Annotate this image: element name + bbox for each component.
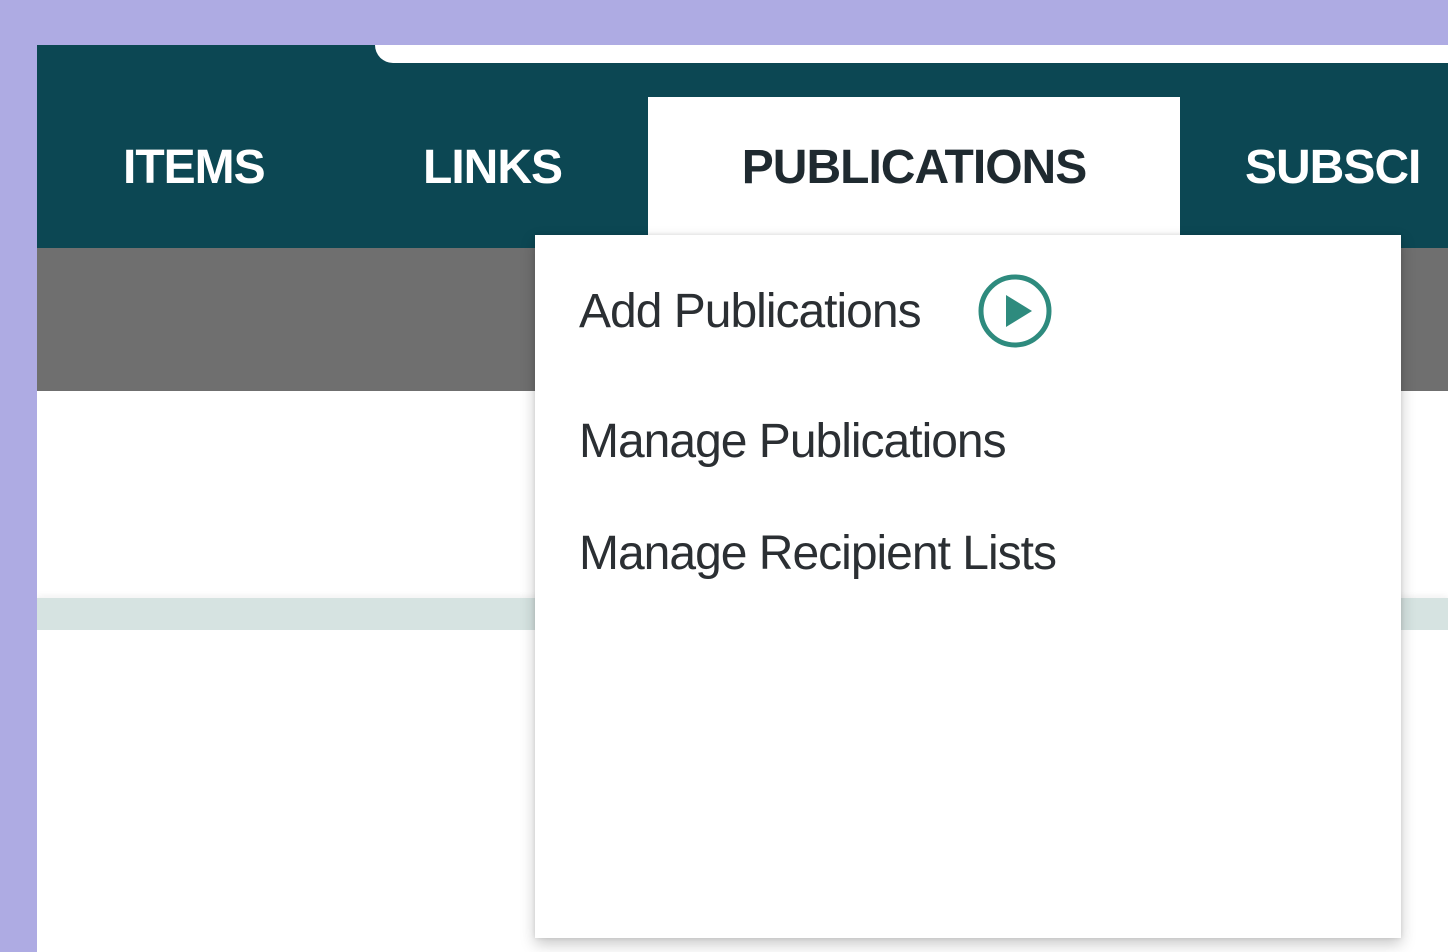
menu-item-add-publications[interactable]: Add Publications (579, 271, 1055, 351)
menu-item-label: Manage Recipient Lists (579, 526, 1057, 580)
tab-links[interactable]: LINKS (423, 63, 563, 248)
tab-publications[interactable]: PUBLICATIONS (648, 97, 1180, 248)
menu-item-label: Add Publications (579, 284, 922, 338)
app-window: ITEMS LINKS PUBLICATIONS SUBSCI Add Publ… (37, 45, 1448, 952)
top-strip-tab (375, 45, 1448, 63)
menu-item-label: Manage Publications (579, 414, 1007, 468)
tab-items[interactable]: ITEMS (123, 63, 266, 248)
menu-item-manage-publications[interactable]: Manage Publications (579, 411, 1007, 471)
play-circle-icon[interactable] (975, 271, 1055, 351)
tab-subscriptions[interactable]: SUBSCI (1245, 63, 1421, 248)
top-strip (37, 45, 1448, 63)
menu-item-manage-recipient-lists[interactable]: Manage Recipient Lists (579, 523, 1057, 583)
main-navbar: ITEMS LINKS PUBLICATIONS SUBSCI (37, 63, 1448, 248)
publications-dropdown-menu: Add Publications Manage Publications Man… (535, 235, 1401, 938)
